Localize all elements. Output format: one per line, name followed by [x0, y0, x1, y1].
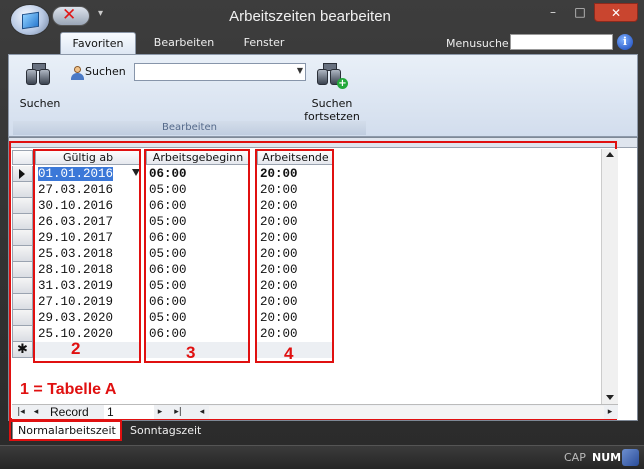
minimize-button[interactable]: –	[540, 3, 566, 22]
annotation-number-4: 4	[284, 344, 294, 363]
annotation-column-3-box	[144, 149, 250, 363]
cube-icon	[22, 11, 39, 30]
search-combo[interactable]: ▼	[134, 63, 306, 81]
application-window: ✕ ▾ Arbeitszeiten bearbeiten – □ ✕ Favor…	[0, 0, 644, 469]
next-record-button[interactable]: ▸	[154, 406, 166, 419]
suchen-button[interactable]: Suchen	[17, 97, 63, 110]
close-button[interactable]: ✕	[594, 3, 638, 22]
status-num: NUM	[592, 451, 622, 464]
ribbon-group-bearbeiten: Suchen Suchen ▼ + Suchen fortsetzen Bear…	[13, 57, 366, 135]
scroll-up-icon[interactable]	[606, 152, 614, 157]
user-icon	[70, 66, 84, 80]
scroll-right-button[interactable]: ▸	[604, 406, 616, 419]
tab-fenster[interactable]: Fenster	[232, 32, 296, 54]
suchen-fortsetzen-line1: Suchen	[311, 97, 353, 110]
window-title: Arbeitszeiten bearbeiten	[229, 8, 391, 25]
scroll-down-icon[interactable]	[606, 395, 614, 400]
title-bar: ✕ ▾ Arbeitszeiten bearbeiten – □ ✕	[0, 0, 644, 36]
delete-icon[interactable]: ✕	[62, 5, 76, 25]
status-bar: CAP NUM	[0, 445, 644, 469]
menusuche-input[interactable]	[510, 34, 613, 50]
scroll-left-button[interactable]: ◂	[196, 406, 208, 419]
annotation-column-4-box	[255, 149, 334, 363]
status-cap: CAP	[564, 451, 586, 464]
menusuche-label: Menusuche	[446, 37, 509, 50]
last-record-button[interactable]: ▸|	[170, 406, 186, 419]
customize-toolbar-icon[interactable]: ▾	[98, 8, 103, 19]
binoculars-icon[interactable]	[26, 63, 52, 85]
horizontal-scrollbar-track[interactable]	[209, 406, 604, 419]
suchen-fortsetzen-button[interactable]: Suchen fortsetzen	[299, 97, 365, 123]
help-icon[interactable]: i	[617, 34, 633, 50]
tab-sonntagszeit[interactable]: Sonntagszeit	[125, 422, 206, 440]
annotation-tab-box	[9, 420, 122, 441]
tab-bearbeiten[interactable]: Bearbeiten	[146, 32, 222, 54]
vertical-scrollbar[interactable]	[601, 149, 618, 404]
maximize-button[interactable]: □	[567, 3, 593, 22]
ribbon-panel: Suchen Suchen ▼ + Suchen fortsetzen Bear…	[8, 54, 638, 137]
record-navigator: |◂ ◂ Record 1 ▸ ▸| ◂ ▸	[12, 404, 618, 419]
annotation-number-3: 3	[186, 343, 196, 362]
tab-favoriten[interactable]: Favoriten	[60, 32, 136, 54]
plus-icon: +	[337, 78, 348, 89]
previous-record-button[interactable]: ◂	[30, 406, 42, 419]
annotation-number-2: 2	[71, 339, 81, 358]
record-number-input[interactable]: 1	[104, 405, 154, 419]
content-area: Gültig ab Arbeitsgebeginn Arbeitsende 01…	[8, 137, 638, 421]
chevron-down-icon[interactable]: ▼	[297, 66, 303, 75]
record-label: Record	[50, 405, 89, 419]
group-label: Bearbeiten	[13, 121, 366, 135]
annotation-column-2-box	[33, 149, 141, 363]
first-record-button[interactable]: |◂	[14, 406, 28, 419]
resize-grip-icon[interactable]	[622, 449, 639, 466]
suchen-small-label: Suchen	[85, 65, 126, 78]
annotation-legend: 1 = Tabelle A	[20, 381, 117, 398]
